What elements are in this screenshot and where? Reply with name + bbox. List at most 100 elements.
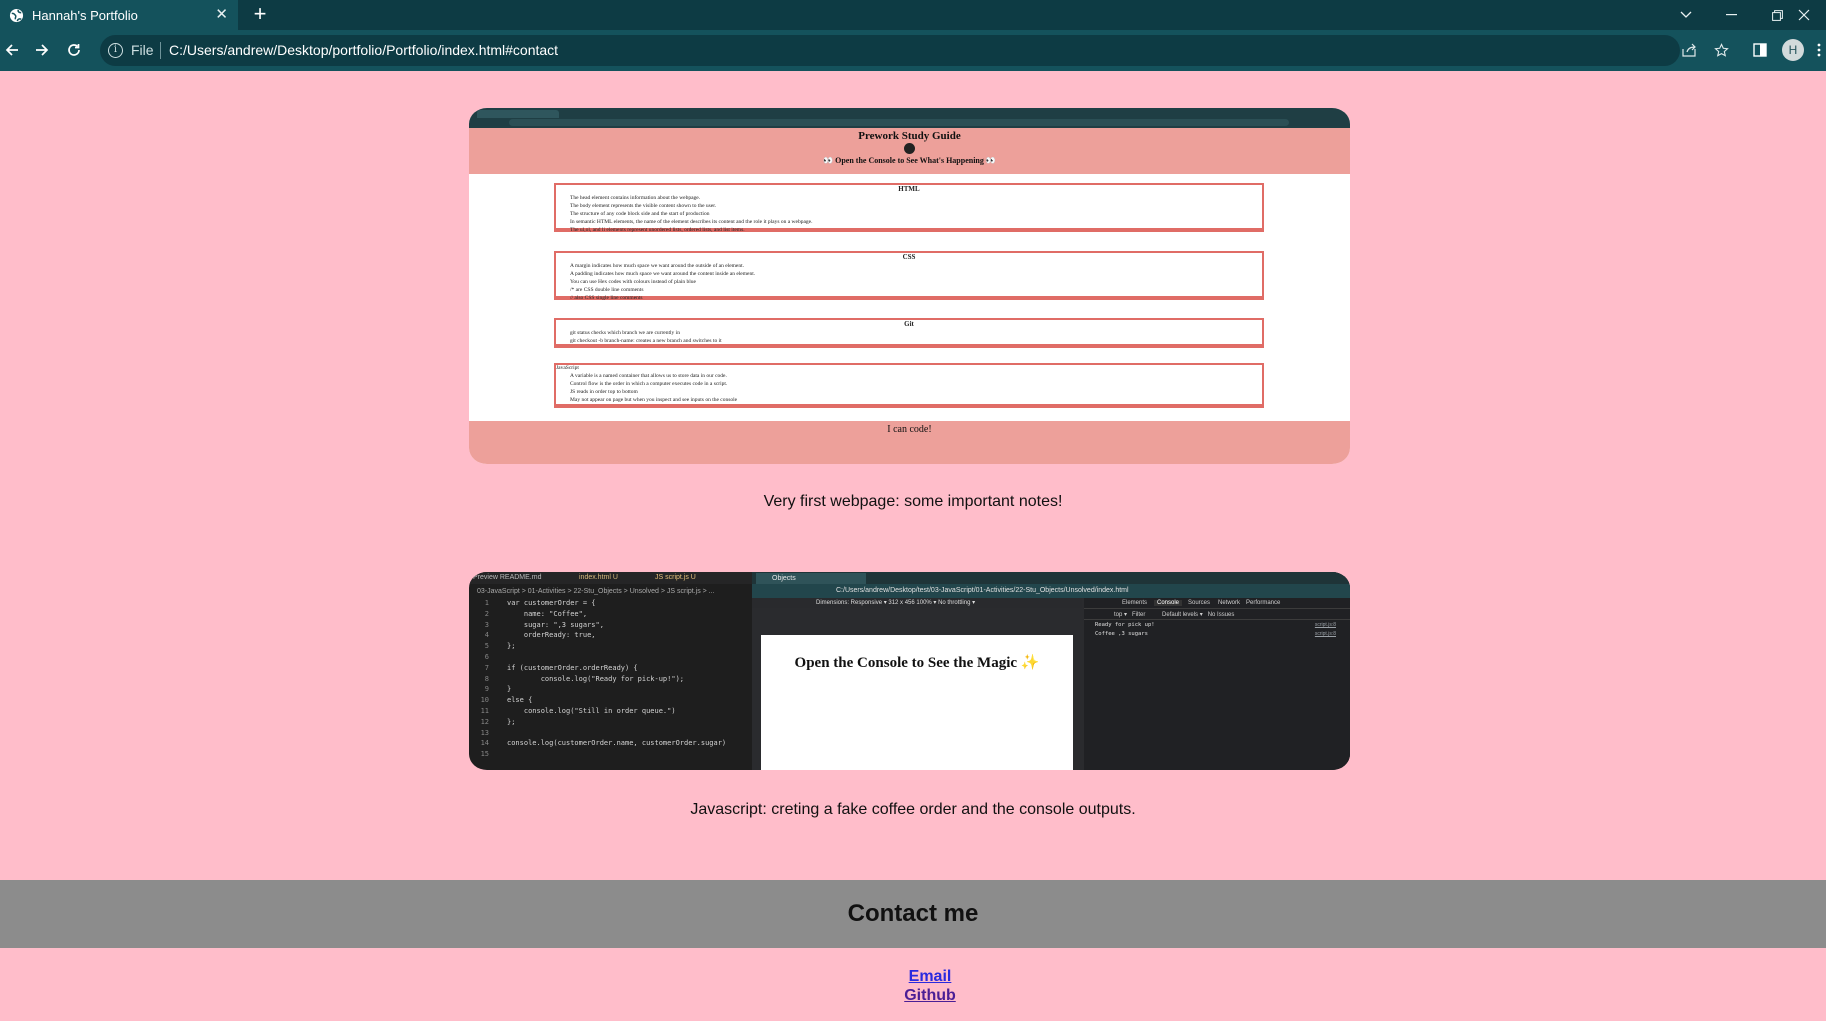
code-line: 10 else { bbox=[469, 695, 752, 706]
code-line: 15 bbox=[469, 749, 752, 760]
devtools-tabs: Elements Console Sources Network Perform… bbox=[1084, 598, 1350, 609]
code-text: }; bbox=[507, 642, 516, 651]
screenshot-url: C:/Users/andrew/Desktop/test/03-JavaScri… bbox=[752, 584, 1350, 598]
omnibox-scheme: File bbox=[131, 42, 154, 58]
browser-tabstrip: Hannah's Portfolio ✕ + bbox=[0, 0, 1826, 30]
line-number: 5 bbox=[484, 642, 489, 651]
console-line: Ready for pick up! bbox=[1095, 622, 1155, 628]
project-caption: Javascript: creting a fake coffee order … bbox=[690, 801, 1136, 818]
project-screenshot-study-guide[interactable]: Prework Study Guide 👀 Open the Console t… bbox=[469, 108, 1350, 464]
code-line: 9} bbox=[469, 684, 752, 695]
minimize-icon[interactable] bbox=[1709, 0, 1753, 30]
address-bar[interactable]: i File C:/Users/andrew/Desktop/portfolio… bbox=[100, 35, 1680, 66]
card-item: JS reads in order top to bottom bbox=[570, 388, 1262, 396]
globe-icon bbox=[9, 8, 24, 23]
code-line: 12}; bbox=[469, 717, 752, 728]
line-number: 10 bbox=[480, 696, 489, 705]
devtools-tab: Network bbox=[1218, 600, 1241, 606]
card-item: You can use Hex codes with colours inste… bbox=[570, 278, 1262, 286]
code-line: 13 bbox=[469, 728, 752, 739]
card-item: // also CSS single line comments bbox=[570, 294, 1262, 302]
contact-section-header: Contact me bbox=[0, 880, 1826, 948]
card-item: A padding indicates how much space we wa… bbox=[570, 270, 1262, 278]
study-card-css: CSS A margin indicates how much space we… bbox=[554, 251, 1264, 302]
console-line: Coffee ,3 sugars bbox=[1095, 631, 1148, 637]
side-panel-icon[interactable] bbox=[1748, 38, 1772, 62]
line-number: 9 bbox=[484, 685, 489, 694]
card-item: A variable is a named container that all… bbox=[570, 372, 1262, 380]
github-logo-icon bbox=[904, 143, 915, 154]
screenshot-browser-chrome bbox=[469, 108, 1350, 128]
devtools-filter-bar: top ▾ Filter Default levels ▾ No Issues bbox=[1084, 610, 1350, 620]
card-title: Git bbox=[904, 320, 914, 328]
info-icon[interactable]: i bbox=[108, 43, 123, 58]
line-number: 12 bbox=[480, 717, 489, 726]
profile-avatar[interactable]: H bbox=[1782, 39, 1804, 61]
line-number: 6 bbox=[484, 652, 489, 661]
code-text: }; bbox=[507, 717, 516, 726]
line-number: 4 bbox=[484, 631, 489, 640]
line-number: 11 bbox=[480, 706, 489, 715]
reload-icon[interactable] bbox=[62, 38, 86, 62]
share-icon[interactable] bbox=[1677, 38, 1701, 62]
close-icon[interactable] bbox=[1782, 0, 1826, 30]
card-item: git checkout -b branch-name: creates a n… bbox=[570, 337, 1262, 345]
editor-tab: Preview README.md bbox=[473, 574, 542, 581]
code-line: 14 console.log(customerOrder.name, custom… bbox=[469, 738, 752, 749]
screenshot-page-heading: Open the Console to See the Magic ✨ bbox=[794, 655, 1040, 671]
email-link[interactable]: Email bbox=[34, 967, 1826, 986]
editor-breadcrumb: 03-JavaScript > 01-Activities > 22-Stu_O… bbox=[477, 588, 715, 595]
line-number: 15 bbox=[480, 750, 489, 759]
devtools-tab: Sources bbox=[1188, 600, 1211, 606]
contact-links: Email Github bbox=[0, 967, 1826, 1005]
kebab-menu-icon[interactable] bbox=[1812, 38, 1826, 62]
card-item: /* are CSS double line comments bbox=[570, 286, 1262, 294]
code-line: 4 orderReady: true, bbox=[469, 630, 752, 641]
card-title: CSS bbox=[902, 253, 916, 261]
code-line: 5}; bbox=[469, 641, 752, 652]
chevron-down-icon[interactable] bbox=[1664, 0, 1708, 30]
url-text[interactable]: C:/Users/andrew/Desktop/portfolio/Portfo… bbox=[169, 42, 558, 58]
study-guide-subtitle: 👀 Open the Console to See What's Happeni… bbox=[823, 156, 996, 165]
code-text: else { bbox=[507, 696, 533, 705]
console-source-link: script.js:8 bbox=[1314, 631, 1336, 637]
study-card-git: Git git status checks which branch we ar… bbox=[554, 318, 1264, 348]
devtools-panel: Elements Console Sources Network Perform… bbox=[1084, 598, 1350, 770]
devtools-tab: Performance bbox=[1246, 600, 1281, 606]
back-arrow-icon[interactable] bbox=[0, 38, 24, 62]
line-number: 1 bbox=[484, 599, 489, 607]
line-number: 14 bbox=[480, 739, 489, 748]
devtools-tab-active: Console bbox=[1154, 600, 1183, 606]
card-item: The structure of any code block side and… bbox=[570, 210, 1262, 218]
browser-tab[interactable]: Hannah's Portfolio ✕ bbox=[0, 0, 238, 30]
project-caption: Very first webpage: some important notes… bbox=[763, 493, 1063, 510]
study-guide-body: HTML The head element contains informati… bbox=[469, 174, 1350, 421]
line-number: 3 bbox=[484, 620, 489, 629]
code-text: if (customerOrder.orderReady) { bbox=[507, 663, 638, 672]
editor-tab: JS script.js U bbox=[655, 574, 696, 581]
new-tab-button[interactable]: + bbox=[248, 3, 272, 27]
star-icon[interactable] bbox=[1709, 38, 1733, 62]
code-line: 6 bbox=[469, 652, 752, 663]
project-screenshot-coffee-order[interactable]: Preview README.md index.html U JS script… bbox=[469, 572, 1350, 770]
code-text: name: "Coffee", bbox=[507, 609, 588, 618]
code-editor: 1 var customerOrder = {2 name: "Coffee", 3… bbox=[469, 598, 752, 760]
card-item: May not appear on page but when you insp… bbox=[570, 396, 1262, 404]
code-text: console.log(customerOrder.name, customer… bbox=[507, 739, 727, 748]
omnibox-divider bbox=[160, 42, 161, 59]
code-text: orderReady: true, bbox=[507, 631, 596, 640]
card-item: git status checks which branch we are cu… bbox=[570, 329, 1262, 337]
card-item: The ul,ol, and li elements represent uno… bbox=[570, 226, 1262, 234]
code-line: 8 console.log("Ready for pick-up!"); bbox=[469, 674, 752, 685]
github-link[interactable]: Github bbox=[34, 986, 1826, 1005]
tab-close-button[interactable]: ✕ bbox=[215, 6, 228, 24]
card-item: A margin indicates how much space we wan… bbox=[570, 262, 1262, 270]
code-text: console.log("Still in order queue.") bbox=[507, 706, 676, 715]
card-item: In semantic HTML elements, the name of t… bbox=[570, 218, 1262, 226]
code-text: console.log("Ready for pick-up!"); bbox=[507, 674, 685, 683]
line-number: 2 bbox=[484, 609, 489, 618]
forward-arrow-icon[interactable] bbox=[30, 38, 54, 62]
editor-tab: index.html U bbox=[579, 574, 618, 581]
code-text: } bbox=[507, 685, 512, 694]
console-source-link: script.js:8 bbox=[1314, 622, 1336, 628]
